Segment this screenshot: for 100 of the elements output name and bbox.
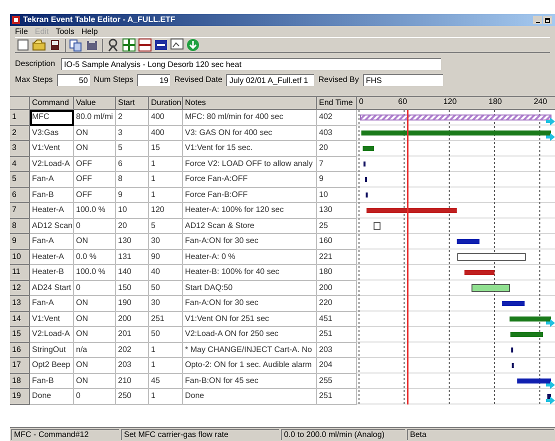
table-cell: 130 xyxy=(317,203,357,218)
table-cell: 400 xyxy=(149,110,183,126)
row-header[interactable]: 2 xyxy=(10,126,30,141)
table-cell: ON xyxy=(74,312,116,327)
table-cell: Fan-B:ON for 45 sec xyxy=(183,374,317,389)
table-cell: 1 xyxy=(149,342,183,358)
copy-icon[interactable] xyxy=(68,38,84,52)
table-cell: 0.0 % xyxy=(74,250,116,265)
row-header[interactable]: 9 xyxy=(10,234,30,250)
row-header[interactable]: 15 xyxy=(10,327,30,342)
table-cell: 0 xyxy=(74,280,116,296)
table-cell: OFF xyxy=(74,172,116,188)
row-header[interactable]: 6 xyxy=(10,188,30,203)
table-cell: StringOut xyxy=(30,342,74,358)
table-cell: 10 xyxy=(116,203,149,218)
table-cell: 30 xyxy=(149,234,183,250)
row-header[interactable]: 11 xyxy=(10,265,30,280)
row-header[interactable]: 4 xyxy=(10,156,30,172)
menu-item[interactable]: File xyxy=(15,26,28,38)
menu-item[interactable]: Help xyxy=(81,26,98,38)
table-cell: 203 xyxy=(116,358,149,374)
table-cell: Fan-A:ON for 30 sec xyxy=(183,234,317,250)
table-cell: 40 xyxy=(149,265,183,280)
minimize-button[interactable] xyxy=(533,16,542,24)
table-cell: 9 xyxy=(317,172,357,188)
field-label: Description xyxy=(15,58,56,70)
table-cell: V3: GAS ON for 400 sec xyxy=(183,126,317,141)
table-cell: 45 xyxy=(149,374,183,389)
field-label: Max Steps xyxy=(15,74,53,86)
table-cell: 20 xyxy=(116,218,149,234)
table-cell: 2 xyxy=(116,110,149,126)
table-cell: 15 xyxy=(149,141,183,156)
table-cell: AD12 Scan & Store xyxy=(183,218,317,234)
table-cell: 7 xyxy=(317,156,357,172)
axis-tick-label: 60 xyxy=(398,97,408,106)
table-cell: 6 xyxy=(116,156,149,172)
table-cell: 120 xyxy=(149,203,183,218)
table-cell: V3:Gas xyxy=(30,126,74,141)
row-header[interactable]: 7 xyxy=(10,203,30,218)
row-header[interactable]: 10 xyxy=(10,250,30,265)
input-field[interactable]: FHS xyxy=(362,74,443,86)
table-cell: 1 xyxy=(149,188,183,203)
table-cell: Fan-A:ON for 30 sec xyxy=(183,296,317,312)
maximize-button[interactable] xyxy=(543,16,552,24)
table-cell: 100.0 % xyxy=(74,203,116,218)
menu-item[interactable]: Tools xyxy=(56,26,74,38)
row-header[interactable]: 13 xyxy=(10,296,30,312)
axis-tick-label: 180 xyxy=(488,97,502,106)
axis-tick-label: 120 xyxy=(443,97,457,106)
image-icon[interactable] xyxy=(169,38,185,52)
row-header[interactable]: 18 xyxy=(10,374,30,389)
paste-icon[interactable] xyxy=(84,38,100,52)
table-cell: Start DAQ:50 xyxy=(183,280,317,296)
status-bar-panel: Set MFC carrier-gas flow rate xyxy=(121,429,279,440)
input-field[interactable]: 19 xyxy=(137,74,170,86)
table-cell: * May CHANGE/INJECT Cart-A. No xyxy=(183,342,317,358)
table-cell: 131 xyxy=(116,250,149,265)
table-cell: 140 xyxy=(116,265,149,280)
table-cell: 190 xyxy=(116,296,149,312)
table-cell: 200 xyxy=(116,312,149,327)
table-cell: 403 xyxy=(317,126,357,141)
row-header[interactable]: 14 xyxy=(10,312,30,327)
table-cell: 1 xyxy=(149,389,183,404)
table-cell: V2:Load-A ON for 250 sec xyxy=(183,327,317,342)
table-cell: 150 xyxy=(116,280,149,296)
table-cell: 221 xyxy=(317,250,357,265)
table-cell: V1:Vent xyxy=(30,141,74,156)
row-header[interactable]: 19 xyxy=(10,389,30,404)
row-header[interactable]: 17 xyxy=(10,358,30,374)
table-cell: 400 xyxy=(149,126,183,141)
table-cell: 220 xyxy=(317,296,357,312)
row-header[interactable]: 3 xyxy=(10,141,30,156)
row-header[interactable]: 8 xyxy=(10,218,30,234)
table-cell: 255 xyxy=(317,374,357,389)
remove-row-icon[interactable] xyxy=(137,38,153,52)
table-cell: n/a xyxy=(74,342,116,358)
table-cell: V1:Vent ON for 251 sec xyxy=(183,312,317,327)
window-title: Tekran Event Table Editor - A_FULL.ETF xyxy=(23,16,176,24)
blank-page-icon[interactable] xyxy=(15,38,31,52)
input-field[interactable]: July 02/01 A_Full.etf 1 xyxy=(226,74,314,86)
add-row-icon[interactable] xyxy=(121,38,137,52)
table-cell: ON xyxy=(74,296,116,312)
row-header[interactable]: 1 xyxy=(10,110,30,126)
folder-icon[interactable] xyxy=(31,38,47,52)
table-cell: Fan-B xyxy=(30,188,74,203)
axis-tick-label: 240 xyxy=(534,97,548,106)
table-cell: 201 xyxy=(116,327,149,342)
download-icon[interactable] xyxy=(185,38,201,52)
row-header[interactable]: 16 xyxy=(10,342,30,358)
field-label: Revised By xyxy=(318,74,359,86)
description-field[interactable]: IO-5 Sample Analysis - Long Desorb 120 sec heat xyxy=(61,58,441,70)
table-cell: ON xyxy=(74,141,116,156)
table-cell: 1 xyxy=(149,172,183,188)
input-field[interactable]: 50 xyxy=(56,74,90,86)
table-cell: 250 xyxy=(116,389,149,404)
insert-icon[interactable] xyxy=(153,38,169,52)
table-cell: Done xyxy=(183,389,317,404)
row-header[interactable]: 12 xyxy=(10,280,30,296)
table-cell: 251 xyxy=(317,389,357,404)
row-header[interactable]: 5 xyxy=(10,172,30,188)
